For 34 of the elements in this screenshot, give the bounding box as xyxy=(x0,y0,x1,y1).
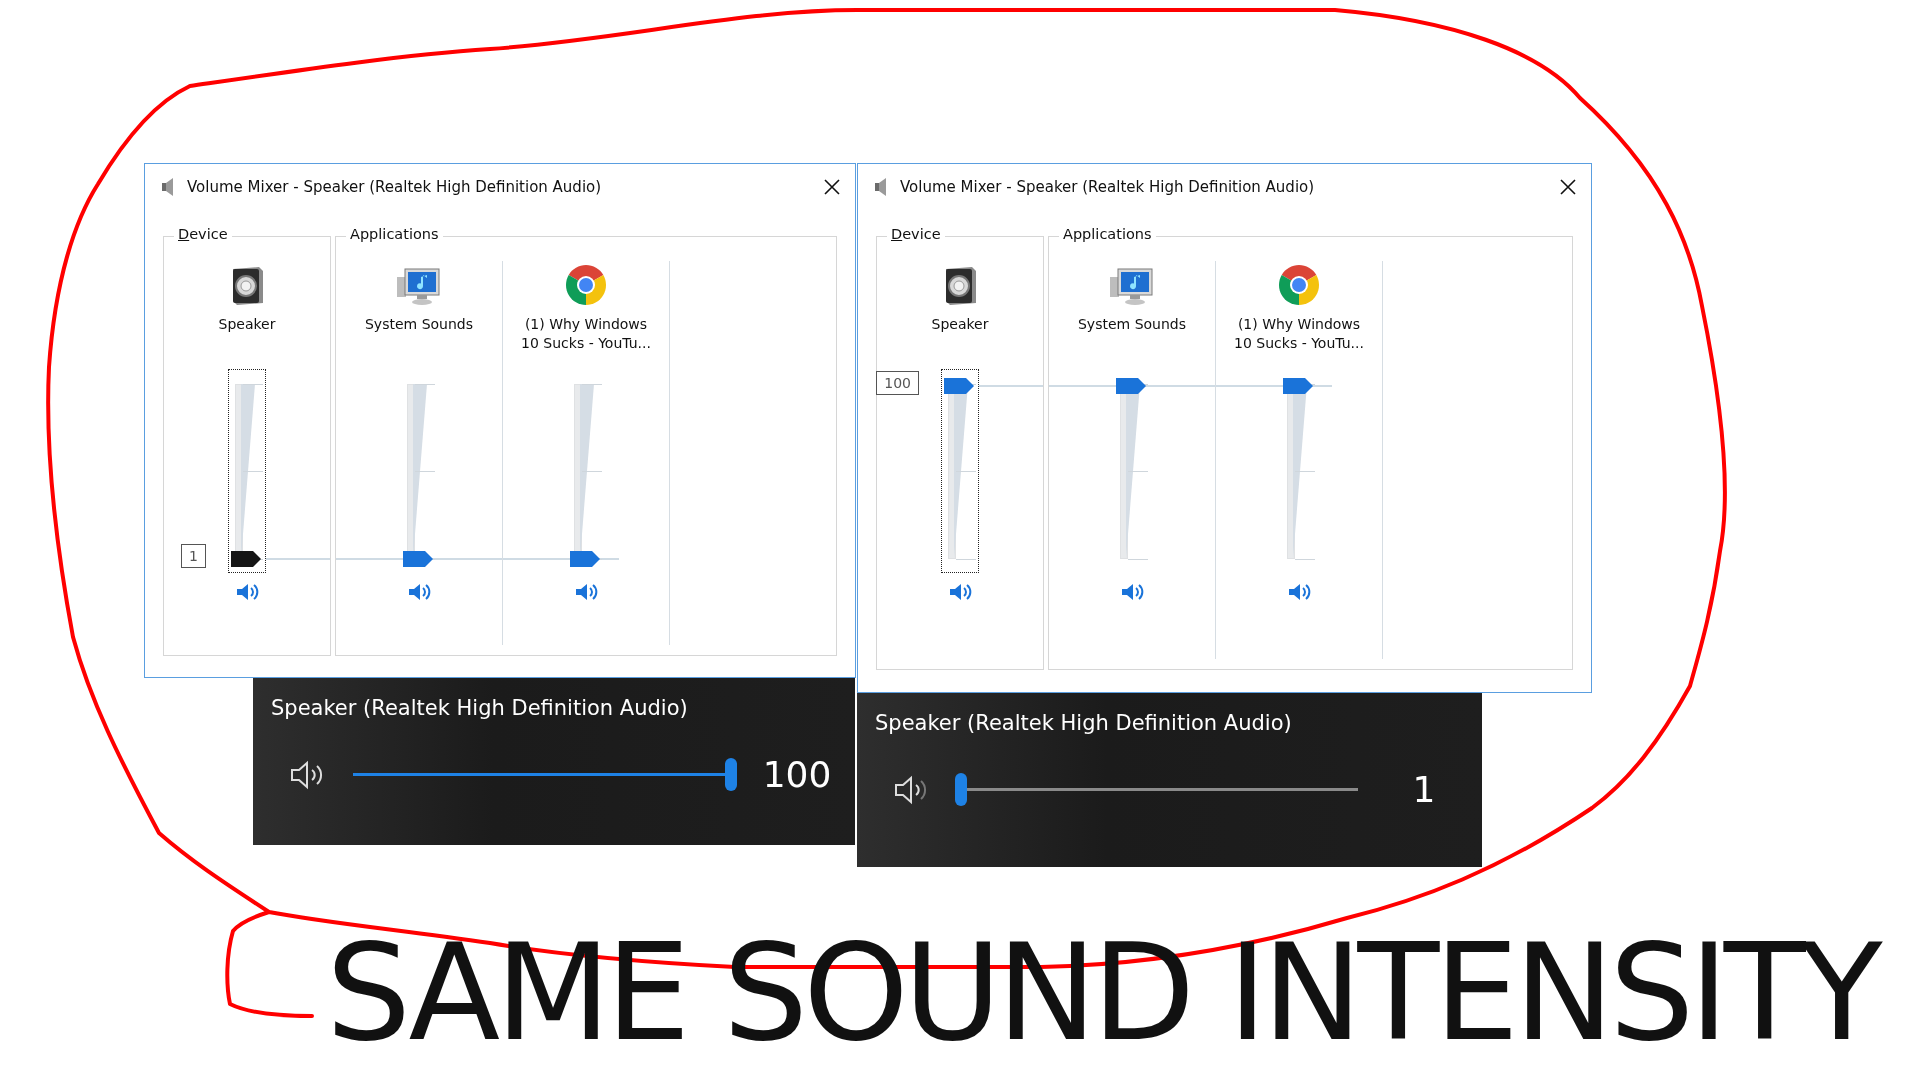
volume-slider[interactable] xyxy=(941,369,979,573)
channel-name: System Sounds xyxy=(363,315,474,334)
volume-value-box: 1 xyxy=(181,544,206,569)
volume-value: 1 xyxy=(1411,769,1437,810)
slider-thumb[interactable] xyxy=(231,551,261,568)
chrome-style-icon xyxy=(1277,263,1321,307)
channel-name: Speaker xyxy=(217,315,277,334)
speaker-icon xyxy=(874,177,888,197)
channel-name: (1) Why Windows 10 Sucks - YouTu... xyxy=(1233,315,1365,353)
slider-thumb[interactable] xyxy=(1116,378,1146,394)
group-label: Applications xyxy=(346,226,443,242)
slider-thumb[interactable] xyxy=(725,757,737,791)
close-icon[interactable] xyxy=(823,178,841,196)
group-label: Device xyxy=(887,226,945,242)
volume-slider[interactable] xyxy=(228,369,266,573)
group-label: Device xyxy=(174,226,232,242)
window-title: Volume Mixer - Speaker (Realtek High Definition Audio) xyxy=(900,178,1316,196)
volume-value-box: 100 xyxy=(876,371,919,395)
chrome-style-icon xyxy=(564,263,608,307)
channel-name: (1) Why Windows 10 Sucks - YouTu... xyxy=(520,315,652,353)
slider-thumb[interactable] xyxy=(944,378,974,394)
speaker-icon xyxy=(161,177,175,197)
close-icon[interactable] xyxy=(1559,178,1577,196)
group-label: Applications xyxy=(1059,226,1156,242)
channel-name: Speaker xyxy=(930,315,990,334)
device-name: Speaker (Realtek High Definition Audio) xyxy=(271,696,689,720)
slider-thumb[interactable] xyxy=(403,551,433,568)
volume-value: 100 xyxy=(761,754,833,795)
window-title: Volume Mixer - Speaker (Realtek High Definition Audio) xyxy=(187,178,603,196)
slider-thumb[interactable] xyxy=(570,551,600,568)
channel-name: System Sounds xyxy=(1076,315,1187,334)
device-name: Speaker (Realtek High Definition Audio) xyxy=(875,711,1293,735)
slider-thumb[interactable] xyxy=(955,772,967,806)
slider-thumb[interactable] xyxy=(1283,378,1313,394)
